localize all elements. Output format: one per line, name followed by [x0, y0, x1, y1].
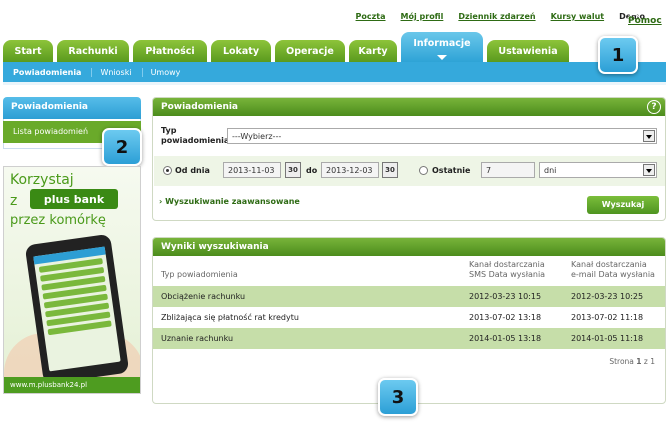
- promo-line3: przez komórkę: [10, 213, 106, 228]
- cell-email-date: 2013-07-02 11:18: [563, 307, 665, 328]
- to-date-input[interactable]: 2013-12-03: [321, 162, 379, 178]
- help-icon[interactable]: ?: [647, 100, 661, 114]
- tab-label: Informacje: [413, 37, 471, 49]
- tab-ustawienia[interactable]: Ustawienia: [487, 40, 569, 62]
- results-panel-header: Wyniki wyszukiwania: [153, 238, 665, 256]
- pager-suffix: z 1: [643, 357, 655, 366]
- search-panel-title: Powiadomienia: [161, 102, 239, 112]
- cell-sms-date: 2013-07-02 13:18: [461, 307, 563, 328]
- col-header-type: Typ powiadomienia: [161, 270, 238, 279]
- unit-select[interactable]: dni: [539, 162, 657, 178]
- calendar-from-icon[interactable]: 30: [285, 162, 301, 178]
- phone-image: [24, 233, 130, 385]
- advanced-search-label: Wyszukiwanie zaawansowane: [165, 197, 300, 206]
- cell-email-date: 2014-01-05 11:18: [563, 328, 665, 349]
- link-event-log[interactable]: Dziennik zdarzeń: [458, 12, 535, 21]
- callout-badge-3: 3: [378, 378, 418, 416]
- subnav-wnioski[interactable]: Wnioski: [100, 67, 143, 77]
- cell-type: Obciążenie rachunku: [153, 286, 461, 307]
- chevron-down-icon: [437, 55, 447, 60]
- tab-label: Rachunki: [68, 45, 118, 57]
- subnav-powiadomienia[interactable]: Powiadomienia: [13, 67, 93, 77]
- type-label: Typ powiadomienia: [161, 126, 230, 145]
- calendar-to-icon[interactable]: 30: [382, 162, 398, 178]
- tab-rachunki[interactable]: Rachunki: [57, 40, 129, 62]
- unit-select-value: dni: [544, 166, 557, 175]
- from-date-input[interactable]: 2013-11-03: [223, 162, 281, 178]
- promo-url: www.m.plusbank24.pl: [4, 377, 140, 393]
- search-panel-header: Powiadomienia ?: [153, 98, 665, 116]
- sidebar-title: Powiadomienia: [3, 97, 141, 119]
- search-panel: Powiadomienia ? Typ powiadomienia ---Wyb…: [152, 97, 666, 221]
- advanced-search-link[interactable]: › Wyszukiwanie zaawansowane: [159, 197, 300, 206]
- table-row[interactable]: Zbliżająca się płatność rat kredytu 2013…: [153, 307, 665, 328]
- tab-operacje[interactable]: Operacje: [275, 40, 345, 62]
- tab-label: Karty: [358, 45, 388, 57]
- tab-platnosci[interactable]: Płatności: [133, 40, 207, 62]
- results-table: Typ powiadomienia Kanał dostarczania SMS…: [153, 256, 665, 349]
- main-nav: Start Rachunki Płatności Lokaty Operacje…: [3, 32, 666, 62]
- to-label: do: [306, 166, 318, 175]
- tab-informacje[interactable]: Informacje: [401, 32, 483, 62]
- subnav-umowy[interactable]: Umowy: [151, 68, 191, 77]
- col-header-sms: Kanał dostarczania SMS Data wysłania: [469, 260, 546, 279]
- link-poczta[interactable]: Poczta: [356, 12, 386, 21]
- col-header-email: Kanał dostarczania e-mail Data wysłania: [571, 260, 655, 279]
- sub-nav: Powiadomienia Wnioski Umowy: [3, 62, 666, 82]
- promo-line1: Korzystaj: [10, 172, 74, 188]
- plusbank-logo: plus bank: [30, 189, 118, 209]
- tab-lokaty[interactable]: Lokaty: [211, 40, 271, 62]
- promo-line2: z: [10, 193, 18, 209]
- cell-sms-date: 2014-01-05 13:18: [461, 328, 563, 349]
- pager-current[interactable]: 1: [636, 357, 641, 366]
- radio-last[interactable]: [419, 166, 428, 175]
- callout-badge-2: 2: [102, 128, 142, 166]
- nav-divider: [3, 82, 666, 85]
- tab-label: Ustawienia: [498, 45, 558, 57]
- type-select-value: ---Wybierz---: [232, 132, 282, 141]
- radio-date-range[interactable]: [163, 166, 172, 175]
- last-label: Ostatnie: [432, 166, 471, 175]
- notification-type-select[interactable]: ---Wybierz---: [227, 128, 657, 144]
- dropdown-arrow-icon: [643, 164, 655, 176]
- tab-label: Lokaty: [222, 45, 260, 57]
- search-button[interactable]: Wyszukaj: [587, 196, 659, 214]
- from-label: Od dnia: [175, 166, 210, 175]
- table-row[interactable]: Uznanie rachunku 2014-01-05 13:18 2014-0…: [153, 328, 665, 349]
- results-header-row: Typ powiadomienia Kanał dostarczania SMS…: [153, 256, 665, 286]
- pagination: Strona 1 z 1: [153, 349, 665, 374]
- link-profile[interactable]: Mój profil: [401, 12, 444, 21]
- tab-label: Start: [14, 45, 42, 57]
- cell-email-date: 2012-03-23 10:25: [563, 286, 665, 307]
- cell-type: Zbliżająca się płatność rat kredytu: [153, 307, 461, 328]
- promo-banner[interactable]: Korzystaj z plus bank przez komórkę www.…: [3, 166, 141, 394]
- dropdown-arrow-icon: [643, 130, 655, 142]
- tab-karty[interactable]: Karty: [349, 40, 397, 62]
- link-help[interactable]: Pomoc: [627, 14, 662, 28]
- last-value-input[interactable]: 7: [481, 162, 535, 178]
- link-exchange-rates[interactable]: Kursy walut: [551, 12, 605, 21]
- pager-prefix: Strona: [609, 357, 634, 366]
- table-row[interactable]: Obciążenie rachunku 2012-03-23 10:15 201…: [153, 286, 665, 307]
- callout-badge-1: 1: [598, 36, 638, 74]
- cell-type: Uznanie rachunku: [153, 328, 461, 349]
- tab-start[interactable]: Start: [3, 40, 53, 62]
- top-links: Poczta Mój profil Dziennik zdarzeń Kursy…: [356, 12, 662, 28]
- tab-label: Operacje: [286, 45, 334, 57]
- cell-sms-date: 2012-03-23 10:15: [461, 286, 563, 307]
- tab-label: Płatności: [145, 45, 195, 57]
